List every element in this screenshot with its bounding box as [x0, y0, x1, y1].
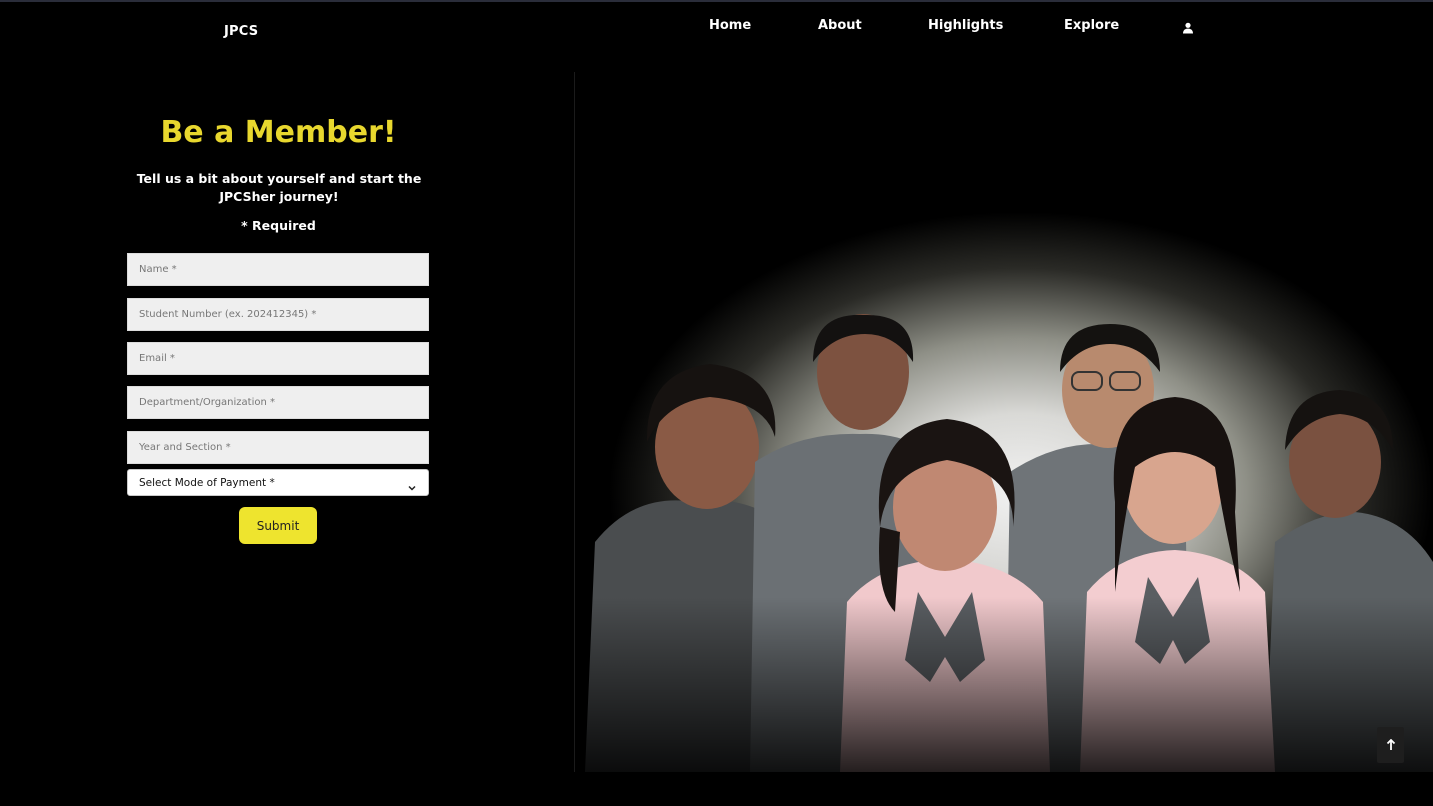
membership-form-panel: Be a Member! Tell us a bit about yoursel… [0, 72, 574, 772]
chevron-down-icon [407, 478, 417, 491]
department-input[interactable] [127, 386, 429, 419]
brand-logo[interactable]: JPCS [224, 24, 258, 39]
submit-button[interactable]: Submit [239, 507, 317, 544]
navbar: JPCS Home About Highlights Explore [0, 2, 1433, 62]
required-note: * Required [241, 218, 316, 233]
form-subtitle: Tell us a bit about yourself and start t… [136, 171, 422, 204]
group-photo [575, 72, 1433, 772]
nav-highlights-link[interactable]: Highlights [928, 18, 1003, 33]
email-input[interactable] [127, 342, 429, 375]
year-section-input[interactable] [127, 431, 429, 464]
user-icon[interactable] [1182, 19, 1194, 34]
payment-mode-selected: Select Mode of Payment * [139, 476, 275, 489]
payment-mode-select[interactable]: Select Mode of Payment * [127, 469, 429, 496]
group-photo-figures [575, 72, 1433, 772]
form-heading: Be a Member! [160, 115, 397, 150]
nav-home-link[interactable]: Home [709, 18, 751, 33]
nav-explore-link[interactable]: Explore [1064, 18, 1119, 33]
name-input[interactable] [127, 253, 429, 286]
student-number-input[interactable] [127, 298, 429, 331]
arrow-up-icon [1386, 736, 1396, 755]
nav-about-link[interactable]: About [818, 18, 862, 33]
scroll-to-top-button[interactable] [1377, 727, 1404, 763]
